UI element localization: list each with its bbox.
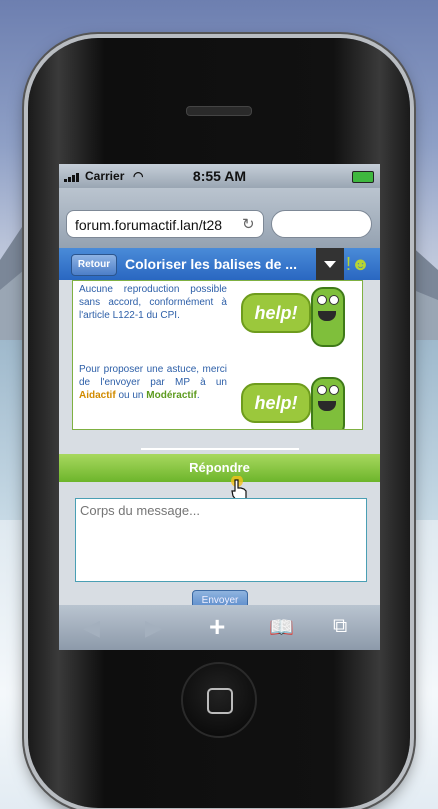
home-button-icon[interactable] — [181, 662, 257, 738]
help-image: help! — [241, 285, 351, 349]
topic-title: Coloriser les balises de ... — [125, 256, 297, 272]
contribute-prefix: Pour proposer une astuce, merci de l'env… — [79, 364, 227, 388]
reply-button[interactable]: Répondre — [59, 454, 380, 482]
forum-mascot-icon: !☻ — [346, 254, 370, 274]
help-image: help! — [241, 375, 351, 429]
post-body: Aucune reproduction possible sans accord… — [72, 280, 363, 430]
forward-arrow-icon[interactable]: ▶ — [145, 615, 162, 641]
bookmarks-icon[interactable]: 📖 — [269, 615, 294, 640]
page-content: Aucune reproduction possible sans accord… — [59, 280, 380, 625]
status-time: 8:55 AM — [192, 168, 247, 184]
url-field[interactable]: forum.forumactif.lan/t28 — [66, 210, 264, 238]
moderactif-link[interactable]: Modéractif — [146, 390, 197, 401]
pages-icon[interactable]: ⧉ — [333, 615, 347, 638]
dropdown-icon[interactable] — [316, 248, 344, 280]
phone-screen: Carrier ◠ 8:55 AM forum.forumactif.lan/t… — [59, 164, 380, 650]
monster-icon — [311, 287, 345, 347]
aidactif-link[interactable]: Aidactif — [79, 390, 116, 401]
earpiece-speaker — [186, 106, 252, 116]
status-bar: Carrier ◠ 8:55 AM — [59, 164, 380, 188]
forum-nav-bar: Retour Coloriser les balises de ... !☻ — [59, 248, 380, 280]
add-icon[interactable]: + — [209, 611, 225, 643]
divider — [141, 448, 299, 450]
ou-text: ou un — [118, 390, 144, 401]
copyright-text: Aucune reproduction possible sans accord… — [79, 284, 227, 321]
browser-address-bar: forum.forumactif.lan/t28 ↻ — [59, 188, 380, 248]
battery-icon — [352, 171, 374, 183]
message-body-input[interactable] — [75, 498, 367, 582]
contribute-text: Pour proposer une astuce, merci de l'env… — [79, 364, 227, 401]
help-bubble: help! — [241, 293, 311, 333]
help-bubble: help! — [241, 383, 311, 423]
reload-icon[interactable]: ↻ — [242, 215, 255, 233]
back-button[interactable]: Retour — [71, 254, 117, 276]
back-arrow-icon[interactable]: ◀ — [83, 615, 100, 641]
search-field[interactable] — [271, 210, 372, 238]
browser-toolbar: ◀ ▶ + 📖 ⧉ — [59, 605, 380, 650]
monster-icon — [311, 377, 345, 429]
